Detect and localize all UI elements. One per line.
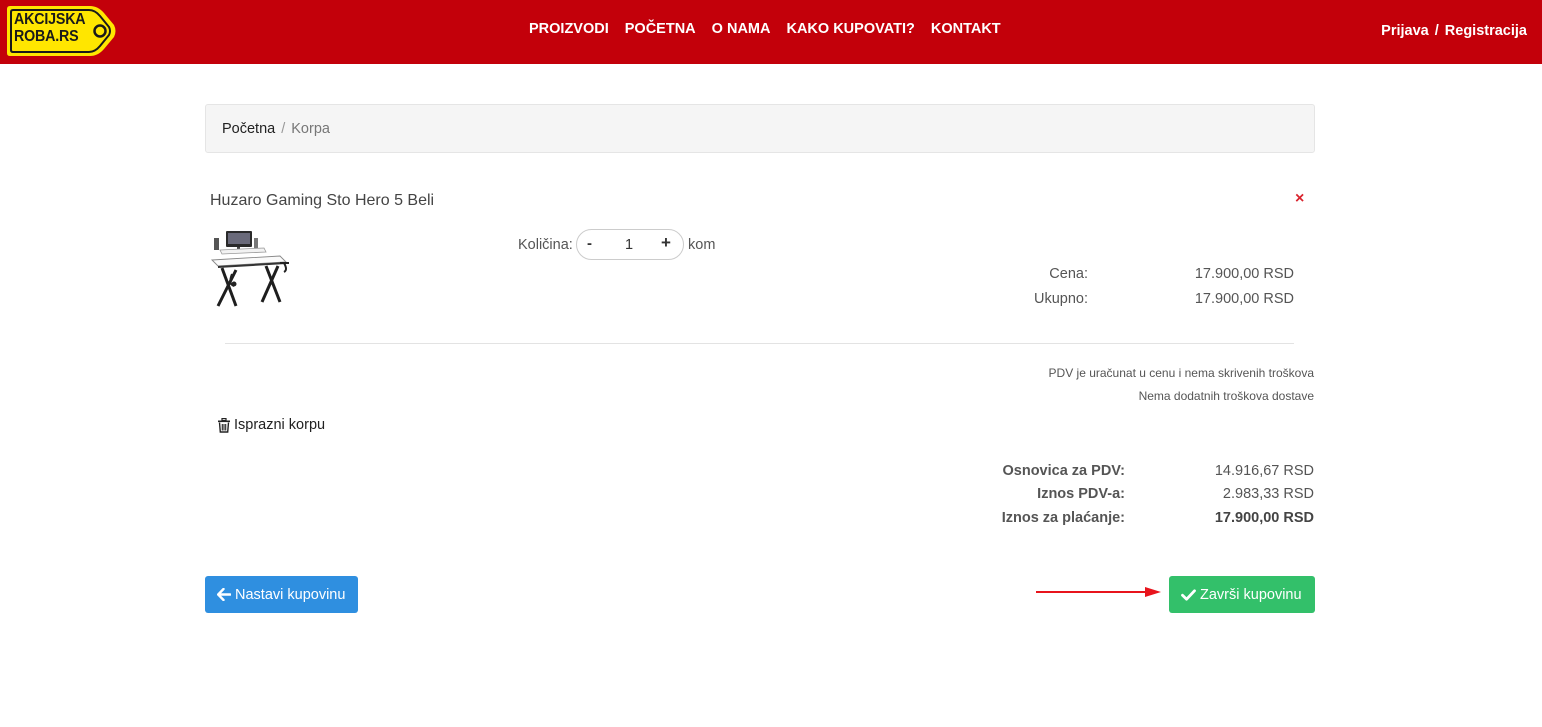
auth-links: Prijava / Registracija — [1381, 23, 1527, 39]
finish-shopping-button[interactable]: Završi kupovinu — [1169, 576, 1315, 613]
nav-item-o-nama[interactable]: O NAMA — [712, 21, 771, 37]
main-nav: PROIZVODI POČETNA O NAMA KAKO KUPOVATI? … — [529, 21, 1017, 37]
quantity-unit: kom — [688, 237, 716, 253]
vat-base-value: 14.916,67 RSD — [1214, 463, 1314, 479]
vat-amount-label: Iznos PDV-a: — [1037, 486, 1125, 502]
site-header: AKCIJSKA ROBA.RS PROIZVODI POČETNA O NAM… — [0, 0, 1542, 64]
nav-item-kontakt[interactable]: KONTAKT — [931, 21, 1001, 37]
nav-item-kako-kupovati[interactable]: KAKO KUPOVATI? — [786, 21, 914, 37]
register-link[interactable]: Registracija — [1445, 23, 1527, 39]
continue-shopping-label: Nastavi kupovinu — [235, 586, 346, 603]
logo-text: AKCIJSKA ROBA.RS — [14, 11, 86, 45]
cart-item-title[interactable]: Huzaro Gaming Sto Hero 5 Beli — [210, 192, 434, 210]
breadcrumb-home-link[interactable]: Početna — [222, 121, 275, 137]
arrow-left-icon — [217, 588, 231, 601]
price-value: 17.900,00 RSD — [1194, 266, 1294, 282]
price-label: Cena: — [1049, 266, 1088, 282]
nav-item-pocetna[interactable]: POČETNA — [625, 21, 696, 37]
quantity-input[interactable] — [615, 230, 643, 259]
item-total-value: 17.900,00 RSD — [1194, 291, 1294, 307]
remove-item-icon[interactable]: × — [1295, 190, 1304, 208]
finish-shopping-label: Završi kupovinu — [1200, 586, 1302, 603]
trash-icon — [218, 417, 230, 433]
amount-due-label: Iznos za plaćanje: — [1001, 510, 1125, 526]
vat-amount-value: 2.983,33 RSD — [1222, 486, 1314, 502]
auth-separator: / — [1434, 23, 1439, 39]
vat-note: PDV je uračunat u cenu i nema skrivenih … — [1048, 366, 1314, 380]
quantity-increase-button[interactable]: + — [661, 233, 671, 253]
quantity-decrease-button[interactable]: - — [587, 235, 592, 252]
annotation-arrow — [1036, 587, 1161, 597]
breadcrumb-current: Korpa — [291, 121, 330, 137]
logo-line-1: AKCIJSKA — [14, 11, 86, 28]
vat-base-label: Osnovica za PDV: — [1002, 463, 1126, 479]
nav-item-proizvodi[interactable]: PROIZVODI — [529, 21, 609, 37]
quantity-stepper: - + — [576, 229, 684, 260]
divider — [225, 343, 1294, 344]
breadcrumb-separator: / — [281, 121, 286, 137]
clear-cart-button[interactable]: Isprazni korpu — [217, 417, 325, 433]
continue-shopping-button[interactable]: Nastavi kupovinu — [205, 576, 358, 613]
product-image[interactable] — [210, 226, 290, 310]
amount-due-value: 17.900,00 RSD — [1214, 510, 1314, 526]
item-total-label: Ukupno: — [1033, 291, 1088, 307]
login-link[interactable]: Prijava — [1381, 23, 1429, 39]
quantity-label: Količina: — [518, 237, 573, 253]
shipping-note: Nema dodatnih troškova dostave — [1138, 389, 1314, 403]
clear-cart-label: Isprazni korpu — [234, 417, 326, 433]
breadcrumb: Početna / Korpa — [205, 104, 1315, 153]
site-logo[interactable]: AKCIJSKA ROBA.RS — [6, 3, 117, 59]
logo-line-2: ROBA.RS — [14, 28, 79, 45]
check-icon — [1181, 588, 1196, 601]
